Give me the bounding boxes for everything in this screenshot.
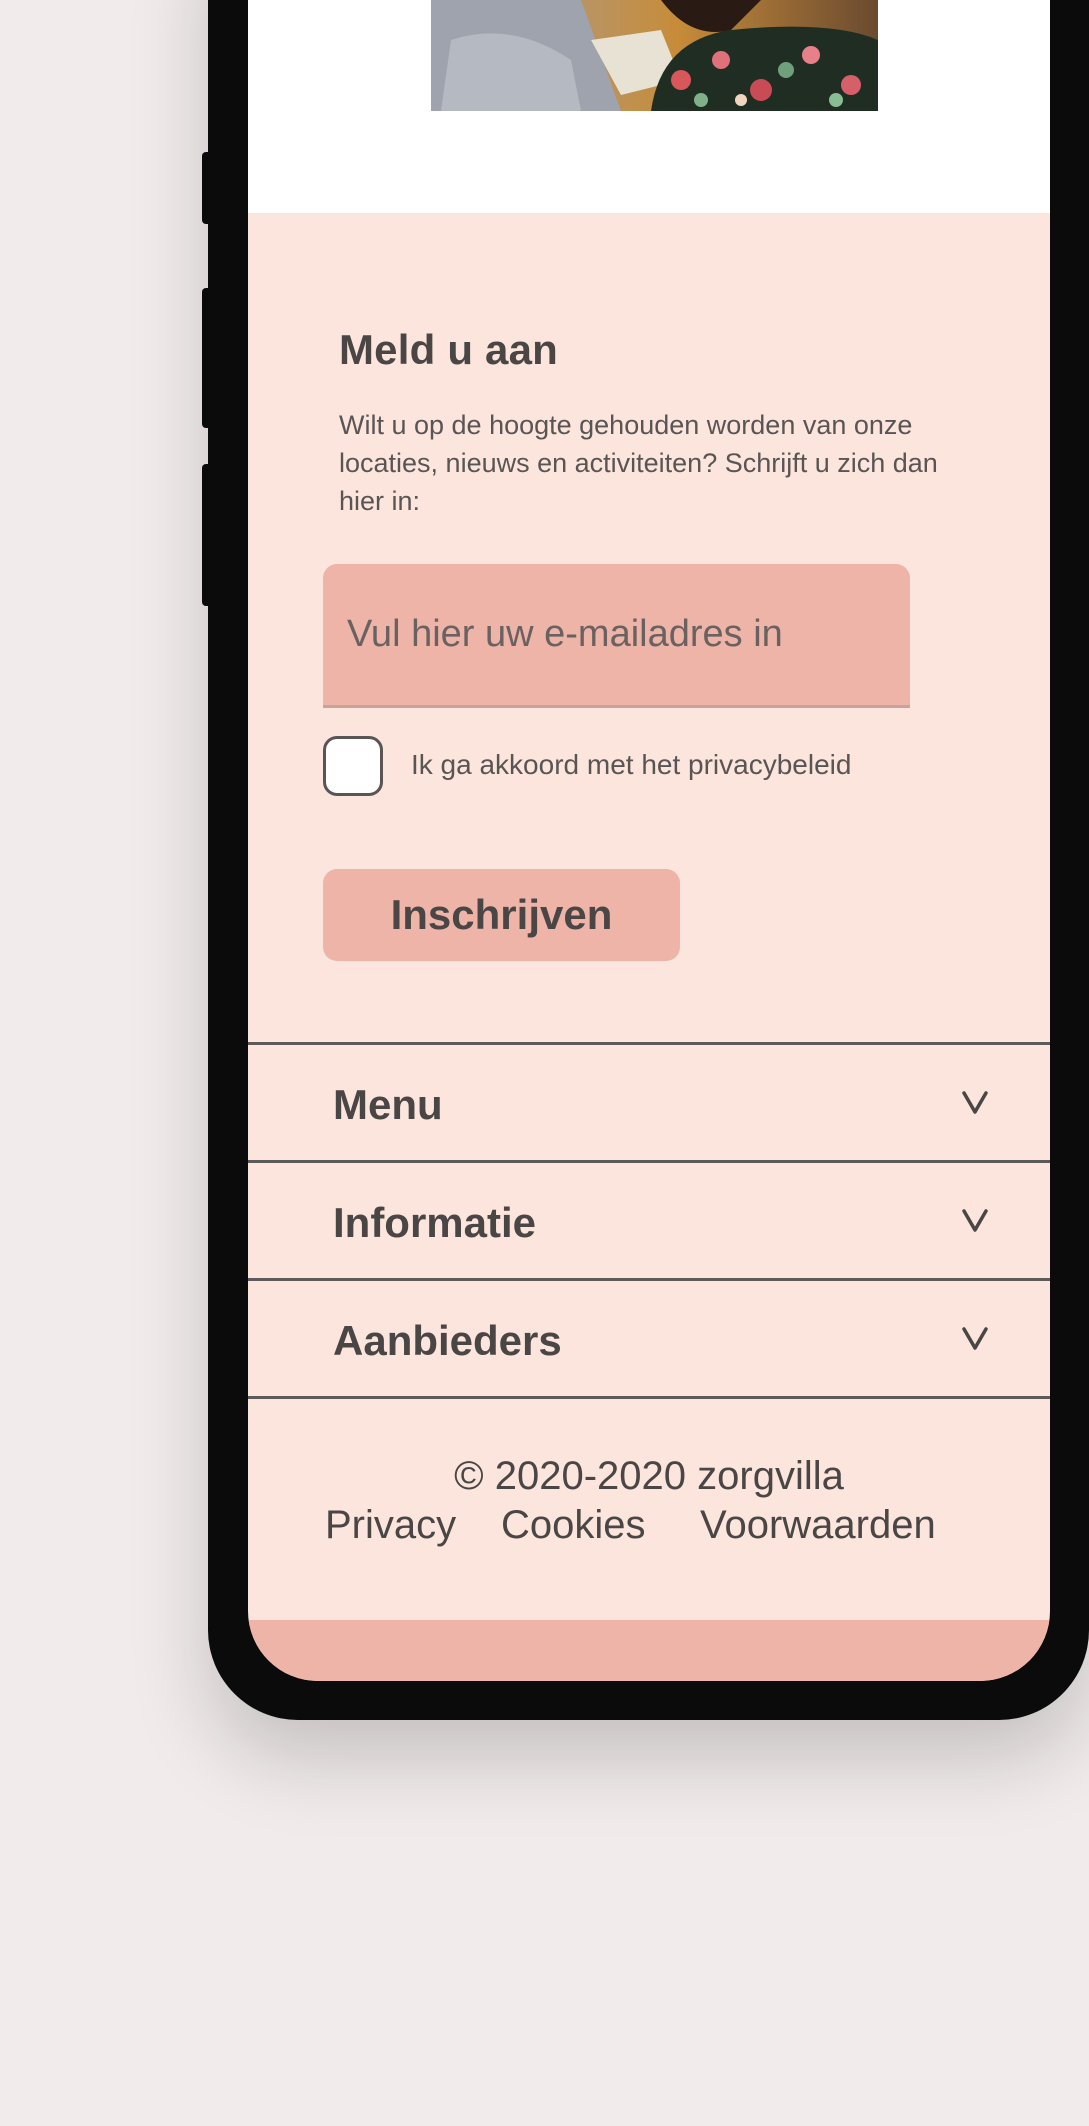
accordion-item-menu[interactable]: Menu: [248, 1045, 1050, 1163]
chevron-down-icon: [962, 1209, 988, 1232]
accordion-item-informatie[interactable]: Informatie: [248, 1163, 1050, 1281]
signup-title: Meld u aan: [339, 326, 559, 373]
hero-photo: [431, 0, 878, 111]
accordion-item-aanbieders[interactable]: Aanbieders: [248, 1281, 1050, 1399]
hero-section: [248, 0, 1050, 213]
footer-accordion: Menu Informatie Aanbieders: [248, 1042, 1050, 1399]
chevron-down-icon: [962, 1327, 988, 1350]
phone-screen: Meld u aan Wilt u op de hoogte gehouden …: [248, 0, 1050, 1681]
chevron-down-icon: [962, 1091, 988, 1114]
footer-link-cookies[interactable]: Cookies: [501, 1503, 646, 1548]
bottom-bar: [248, 1620, 1050, 1681]
email-field[interactable]: [323, 564, 910, 708]
privacy-label: Ik ga akkoord met het privacybeleid: [411, 749, 852, 780]
footer-link-privacy[interactable]: Privacy: [325, 1503, 456, 1548]
accordion-label: Aanbieders: [333, 1317, 562, 1364]
subscribe-button[interactable]: Inschrijven: [323, 869, 680, 961]
accordion-label: Informatie: [333, 1199, 537, 1246]
signup-description: Wilt u op de hoogte gehouden worden van …: [339, 410, 938, 516]
accordion-label: Menu: [333, 1081, 443, 1128]
privacy-checkbox[interactable]: [323, 736, 383, 796]
copyright-text: © 2020-2020 zorgvilla: [454, 1454, 844, 1498]
footer-link-voorwaarden[interactable]: Voorwaarden: [700, 1503, 936, 1548]
